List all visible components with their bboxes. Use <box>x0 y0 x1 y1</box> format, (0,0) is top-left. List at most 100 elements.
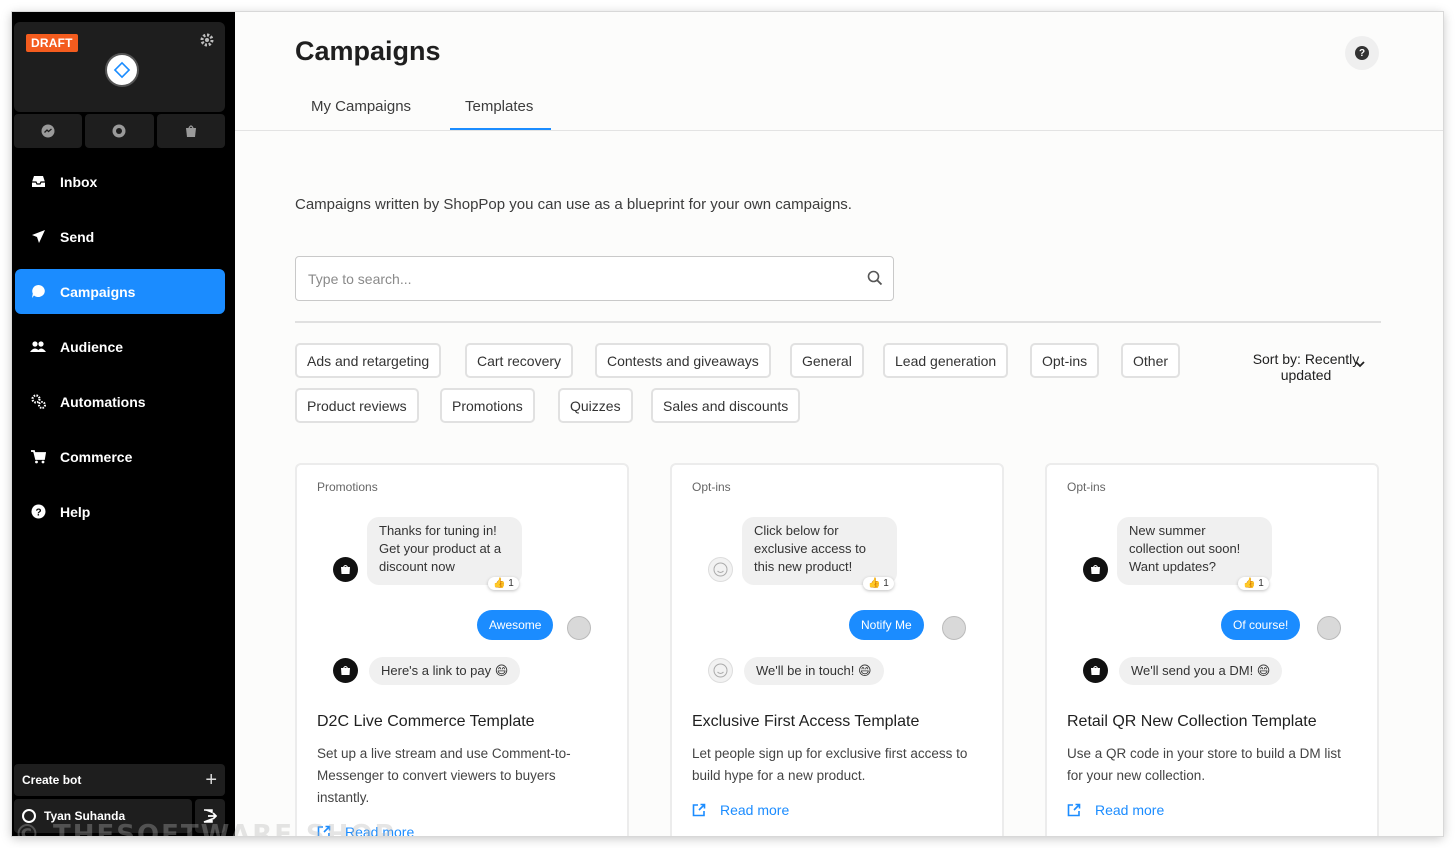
nav-item-send[interactable]: Send <box>15 214 225 259</box>
chevron-down-icon <box>1355 361 1365 368</box>
reaction-badge: 👍 1 <box>488 577 519 590</box>
filter-chip[interactable]: Sales and discounts <box>651 388 801 423</box>
template-card[interactable]: Opt-ins New summer collection out soon! … <box>1045 463 1379 836</box>
page-title: Campaigns <box>295 36 441 66</box>
quick-reply-button[interactable]: Awesome <box>477 610 554 640</box>
read-more-link[interactable]: Read more <box>317 824 414 836</box>
svg-text:?: ? <box>35 507 41 518</box>
card-description: Let people sign up for exclusive first a… <box>692 746 968 783</box>
shopify-channel-button[interactable] <box>156 114 225 148</box>
nav-item-audience[interactable]: Audience <box>15 324 225 369</box>
create-bot-button[interactable]: Create bot + <box>14 764 225 796</box>
active-tab-indicator <box>450 128 551 130</box>
bot-logo-icon <box>113 61 131 79</box>
help-button[interactable]: ? <box>1345 36 1379 70</box>
user-menu[interactable]: Tyan Suhanda <box>14 799 192 833</box>
card-title: D2C Live Commerce Template <box>317 713 535 730</box>
nav-item-help[interactable]: ? Help <box>15 489 225 534</box>
draft-badge: DRAFT <box>26 34 78 52</box>
smiley-avatar-icon <box>708 557 733 582</box>
messenger-channel-button[interactable] <box>14 114 83 148</box>
nav-label: Inbox <box>60 173 98 190</box>
tab-my-campaigns[interactable]: My Campaigns <box>311 98 411 115</box>
filter-chip[interactable]: Contests and giveaways <box>595 343 771 378</box>
message-bubble: Here's a link to pay 😄 <box>369 657 521 685</box>
help-icon: ? <box>30 504 46 520</box>
filter-chip[interactable]: Ads and retargeting <box>295 343 442 378</box>
nav-label: Campaigns <box>60 283 136 300</box>
logout-button[interactable] <box>195 799 225 833</box>
card-description: Use a QR code in your store to build a D… <box>1067 746 1341 783</box>
quick-reply-button[interactable]: Of course! <box>1221 610 1301 640</box>
message-bubble: New summer collection out soon! Want upd… <box>1117 517 1272 585</box>
user-row: Tyan Suhanda <box>14 799 225 833</box>
filter-chip[interactable]: Opt-ins <box>1030 343 1100 378</box>
read-more-link[interactable]: Read more <box>692 802 789 818</box>
nav-item-commerce[interactable]: Commerce <box>15 434 225 479</box>
user-status-icon <box>22 809 36 823</box>
message-bubble: Click below for exclusive access to this… <box>742 517 897 585</box>
campaigns-icon <box>30 284 46 300</box>
logout-icon <box>203 809 217 823</box>
bot-avatar[interactable] <box>105 53 139 87</box>
main-content: Campaigns ? My Campaigns Templates Campa… <box>235 12 1443 836</box>
user-avatar <box>1317 616 1341 640</box>
template-card[interactable]: Opt-ins Click below for exclusive access… <box>670 463 1004 836</box>
message-bubble: Thanks for tuning in! Get your product a… <box>367 517 522 585</box>
filter-chip[interactable]: Promotions <box>440 388 535 423</box>
search-icon[interactable] <box>867 270 883 286</box>
sort-label: Sort by: Recently updated <box>1252 351 1360 383</box>
smiley-avatar-icon <box>708 658 733 683</box>
search-input[interactable] <box>297 258 857 299</box>
nav-item-campaigns[interactable]: Campaigns <box>15 269 225 314</box>
inbox-icon <box>30 174 46 190</box>
user-name: Tyan Suhanda <box>44 809 126 823</box>
filter-chip[interactable]: Cart recovery <box>465 343 574 378</box>
template-card[interactable]: Promotions Thanks for tuning in! Get you… <box>295 463 629 836</box>
audience-icon <box>30 339 46 355</box>
create-bot-label: Create bot <box>22 773 82 787</box>
search-box <box>295 256 894 301</box>
tab-bar: My Campaigns Templates <box>235 92 1443 131</box>
tab-templates[interactable]: Templates <box>465 98 533 115</box>
card-title: Exclusive First Access Template <box>692 713 920 730</box>
shop-avatar-icon <box>333 658 358 683</box>
settings-gear-icon[interactable] <box>199 32 215 48</box>
nav-item-automations[interactable]: Automations <box>15 379 225 424</box>
nav-label: Automations <box>60 393 146 410</box>
nav-label: Help <box>60 503 91 520</box>
filter-chip[interactable]: Product reviews <box>295 388 419 423</box>
filter-chip[interactable]: Other <box>1121 343 1181 378</box>
divider <box>295 321 1381 323</box>
shop-avatar-icon <box>333 557 358 582</box>
read-more-label: Read more <box>345 824 415 836</box>
sort-dropdown[interactable]: Sort by: Recently updated <box>1231 351 1381 383</box>
message-bubble: We'll be in touch! 😄 <box>744 657 884 685</box>
read-more-link[interactable]: Read more <box>1067 802 1164 818</box>
card-category: Promotions <box>317 480 378 494</box>
reaction-badge: 👍 1 <box>1238 577 1269 590</box>
intro-text: Campaigns written by ShopPop you can use… <box>295 196 852 213</box>
external-link-icon <box>692 803 706 817</box>
bot-card[interactable]: DRAFT <box>14 22 225 112</box>
question-icon: ? <box>1355 46 1369 60</box>
whatsapp-channel-button[interactable] <box>85 114 154 148</box>
filter-chip[interactable]: Quizzes <box>558 388 633 423</box>
filter-chip[interactable]: Lead generation <box>883 343 1009 378</box>
quick-reply-button[interactable]: Notify Me <box>849 610 924 640</box>
nav-item-inbox[interactable]: Inbox <box>15 159 225 204</box>
reaction-badge: 👍 1 <box>863 577 894 590</box>
external-link-icon <box>317 825 331 836</box>
shop-avatar-icon <box>1083 658 1108 683</box>
channel-row <box>14 114 225 148</box>
shop-avatar-icon <box>1083 557 1108 582</box>
cart-icon <box>30 449 46 465</box>
card-category: Opt-ins <box>1067 480 1106 494</box>
automations-icon <box>30 394 46 410</box>
external-link-icon <box>1067 803 1081 817</box>
filter-chip[interactable]: General <box>790 343 864 378</box>
shopify-icon <box>185 125 196 137</box>
plus-icon: + <box>205 768 217 791</box>
nav-label: Commerce <box>60 448 133 465</box>
card-category: Opt-ins <box>692 480 731 494</box>
